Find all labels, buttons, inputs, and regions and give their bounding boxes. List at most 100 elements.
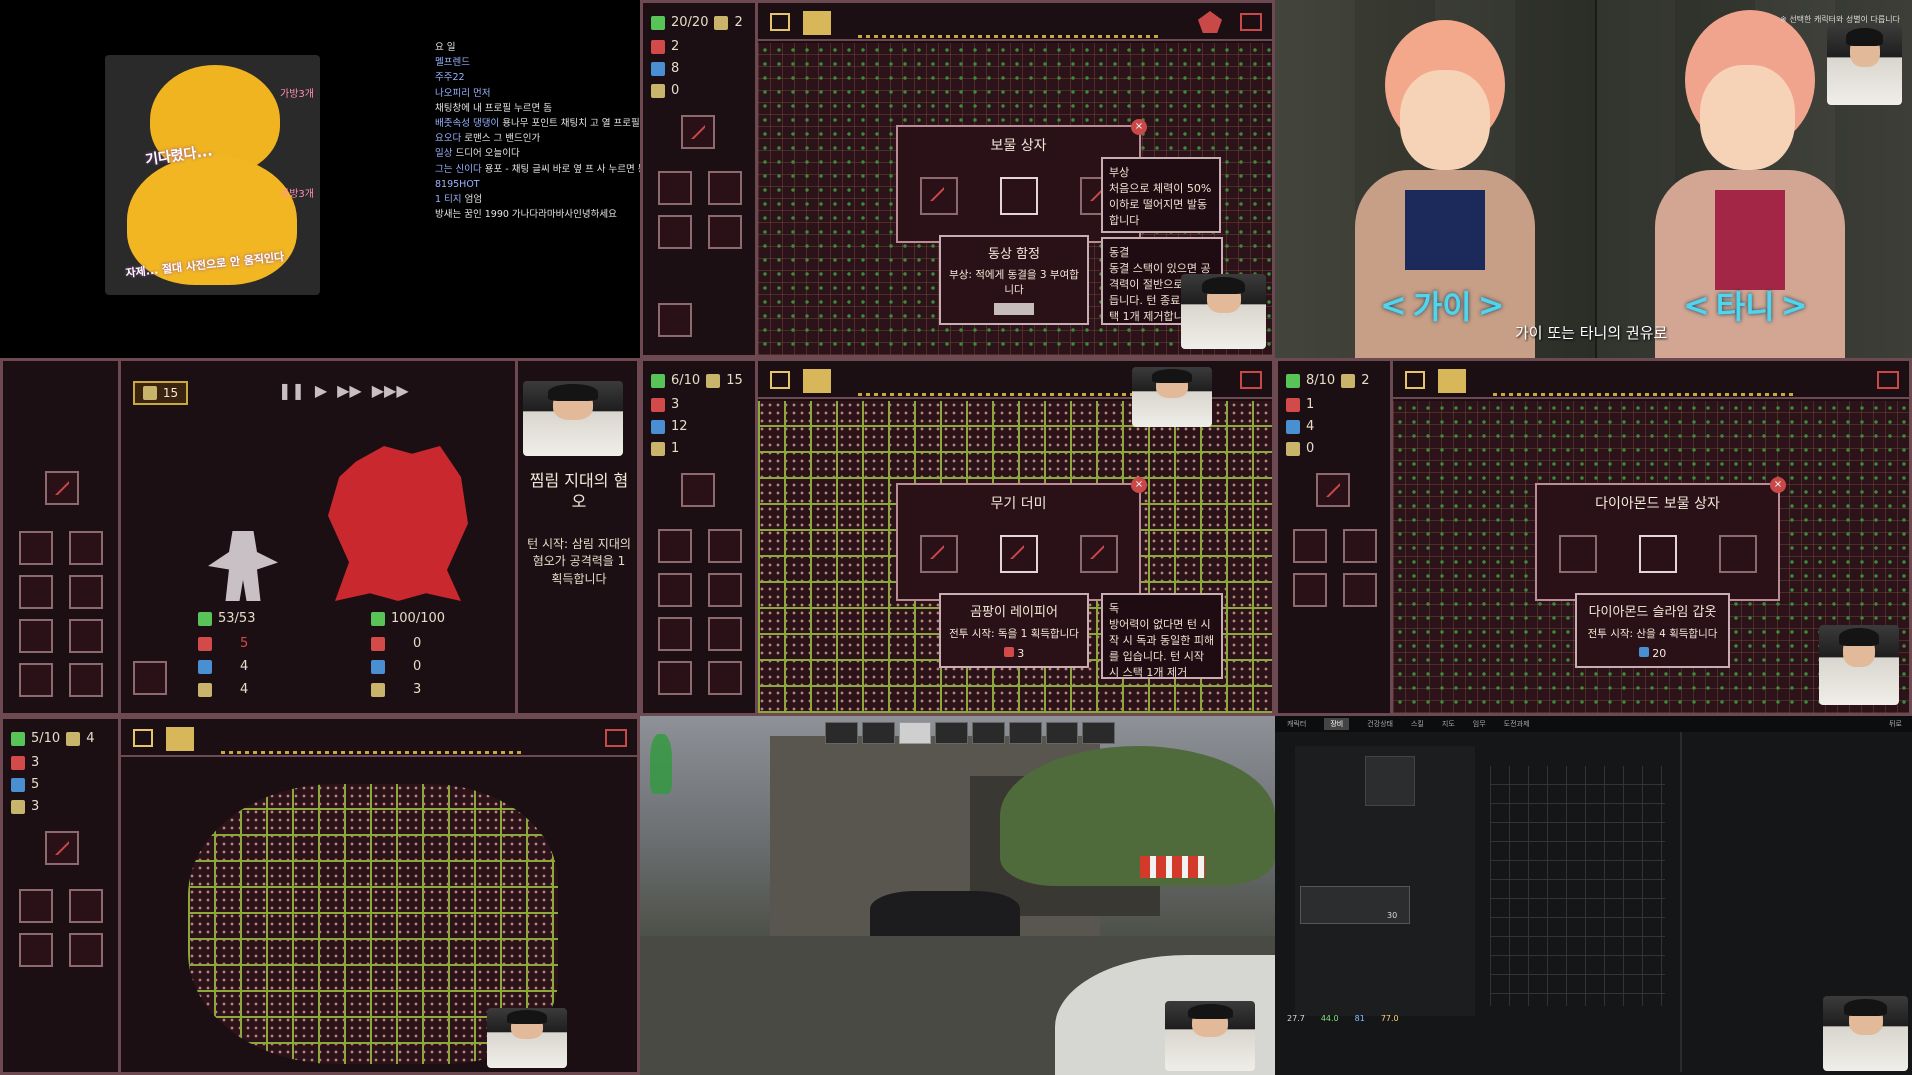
item-slot[interactable] xyxy=(19,531,53,565)
close-icon[interactable]: × xyxy=(1131,477,1147,493)
fastest-forward-icon[interactable]: ▶▶▶ xyxy=(372,381,409,400)
weapon-slot[interactable] xyxy=(681,473,715,507)
back-button[interactable]: 뒤로 xyxy=(1889,719,1902,729)
chest-item-1[interactable] xyxy=(920,177,958,215)
chest-item-2[interactable] xyxy=(1000,177,1038,215)
level-up-icon[interactable] xyxy=(770,13,790,31)
boss-slot[interactable] xyxy=(133,661,167,695)
level-up-icon[interactable] xyxy=(770,371,790,389)
item-slot[interactable] xyxy=(708,529,742,563)
item-slot[interactable] xyxy=(708,171,742,205)
player-def: 4 xyxy=(198,659,248,674)
item-slot[interactable] xyxy=(708,661,742,695)
menu-icon[interactable] xyxy=(1240,371,1262,389)
item-slot[interactable] xyxy=(708,215,742,249)
item-slot[interactable] xyxy=(69,933,103,967)
weapon-slot[interactable] xyxy=(681,115,715,149)
tab-health[interactable]: 건강상태 xyxy=(1367,719,1393,729)
chevron-left-icon[interactable]: < xyxy=(1683,286,1710,324)
chevron-right-icon[interactable]: > xyxy=(1478,286,1505,324)
webcam-overlay xyxy=(487,1008,567,1068)
item-tooltip: 곰팡이 레이피어 전투 시작: 독을 1 획득합니다 3 xyxy=(939,593,1089,668)
helmet-slot[interactable] xyxy=(1365,756,1415,806)
map-icon[interactable] xyxy=(803,369,831,393)
map-icon[interactable] xyxy=(1438,369,1466,393)
tab-tasks[interactable]: 임무 xyxy=(1473,719,1486,729)
weapon-slot[interactable] xyxy=(45,471,79,505)
hotbar-slot[interactable] xyxy=(825,722,858,744)
item-slot[interactable] xyxy=(1293,529,1327,563)
close-icon[interactable]: × xyxy=(1131,119,1147,135)
name-selector-left[interactable]: < 가이 > xyxy=(1380,282,1505,328)
tip-title: 동결 xyxy=(1109,246,1130,259)
tab-character[interactable]: 캐릭터 xyxy=(1287,719,1306,729)
chat-line: 요 일 xyxy=(435,42,456,53)
chevron-right-icon[interactable]: > xyxy=(1781,286,1808,324)
tab-achievements[interactable]: 도전과제 xyxy=(1504,719,1530,729)
pause-icon[interactable]: ❚❚ xyxy=(278,381,305,400)
chevron-left-icon[interactable]: < xyxy=(1380,286,1407,324)
item-slot[interactable] xyxy=(658,573,692,607)
item-slot[interactable] xyxy=(658,529,692,563)
tab-gear[interactable]: 장비 xyxy=(1324,718,1350,730)
fast-forward-icon[interactable]: ▶▶ xyxy=(337,381,362,400)
chest-item-1[interactable] xyxy=(920,535,958,573)
hotbar-slot[interactable] xyxy=(1045,722,1079,744)
hotbar-slot[interactable] xyxy=(935,722,968,744)
item-slot[interactable] xyxy=(69,619,103,653)
chest-item-1[interactable] xyxy=(1559,535,1597,573)
gold-icon xyxy=(1341,373,1356,388)
item-slot[interactable] xyxy=(1343,529,1377,563)
item-slot[interactable] xyxy=(69,889,103,923)
item-slot[interactable] xyxy=(19,889,53,923)
item-slot[interactable] xyxy=(708,617,742,651)
close-icon[interactable]: × xyxy=(1770,477,1786,493)
item-name: 동상 함정 xyxy=(988,247,1040,262)
item-slot[interactable] xyxy=(69,663,103,697)
play-icon[interactable]: ▶ xyxy=(315,381,327,400)
sword-icon xyxy=(1286,397,1300,412)
hotbar-slot[interactable] xyxy=(1008,722,1042,744)
speed-icon xyxy=(371,682,385,697)
item-slot[interactable] xyxy=(69,531,103,565)
chest-item-3[interactable] xyxy=(1080,535,1118,573)
video-character-select: < 가이 > < 타니 > 가이 또는 타니의 권유로 ※ 선택한 캐릭터와 성… xyxy=(1275,0,1912,358)
item-slot[interactable] xyxy=(1293,573,1327,607)
shield-icon xyxy=(198,659,212,674)
hotbar-slot[interactable] xyxy=(861,722,895,744)
item-slot[interactable] xyxy=(19,575,53,609)
chat-line: 멜프렌드 xyxy=(435,57,470,69)
chest-item-2[interactable] xyxy=(1639,535,1677,573)
speed-icon xyxy=(11,799,25,814)
map-icon[interactable] xyxy=(803,11,831,35)
item-slot[interactable] xyxy=(708,573,742,607)
menu-icon[interactable] xyxy=(605,729,627,747)
item-slot[interactable] xyxy=(19,933,53,967)
tab-skills[interactable]: 스킬 xyxy=(1411,719,1424,729)
item-slot[interactable] xyxy=(658,215,692,249)
tab-map[interactable]: 지도 xyxy=(1442,719,1455,729)
item-slot[interactable] xyxy=(19,619,53,653)
item-slot[interactable] xyxy=(69,575,103,609)
item-slot[interactable] xyxy=(658,617,692,651)
weapon-slot[interactable] xyxy=(45,831,79,865)
hotbar-slot[interactable] xyxy=(898,722,932,744)
hotbar-slot[interactable] xyxy=(972,722,1005,744)
weapon-slot[interactable] xyxy=(1316,473,1350,507)
item-slot[interactable] xyxy=(658,661,692,695)
item-slot[interactable] xyxy=(1343,573,1377,607)
keyword-tooltip-injury: 부상 처음으로 체력이 50% 이하로 떨어지면 발동합니다 xyxy=(1101,157,1221,233)
name-selector-right[interactable]: < 타니 > xyxy=(1683,282,1808,328)
chest-item-2[interactable] xyxy=(1000,535,1038,573)
map-icon[interactable] xyxy=(166,727,194,751)
level-up-icon[interactable] xyxy=(1405,371,1425,389)
boss-slot[interactable] xyxy=(658,303,692,337)
chest-item-3[interactable] xyxy=(1719,535,1757,573)
level-up-icon[interactable] xyxy=(133,729,153,747)
shield-icon xyxy=(1286,419,1300,434)
menu-icon[interactable] xyxy=(1240,13,1262,31)
item-slot[interactable] xyxy=(658,171,692,205)
hotbar-slot[interactable] xyxy=(1082,722,1115,744)
menu-icon[interactable] xyxy=(1877,371,1899,389)
item-slot[interactable] xyxy=(19,663,53,697)
